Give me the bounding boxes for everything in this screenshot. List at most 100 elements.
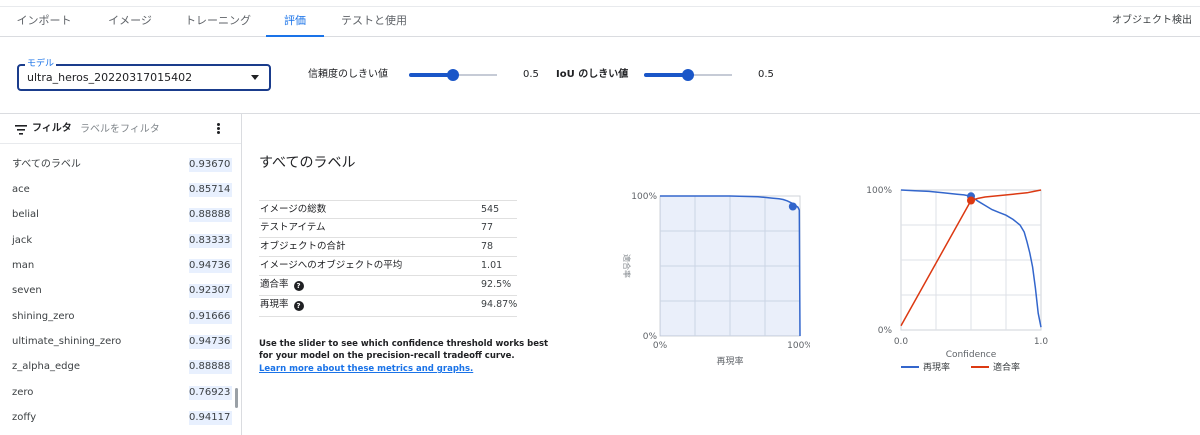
threshold-marker bbox=[788, 202, 797, 211]
label-name: zero bbox=[12, 387, 34, 398]
panel-title: すべてのラベル bbox=[259, 155, 356, 171]
stat-key: 再現率 bbox=[260, 299, 289, 310]
stat-row: イメージの総数 545 bbox=[259, 200, 517, 219]
filter-divider bbox=[0, 143, 241, 144]
label-name: zoffy bbox=[12, 412, 37, 423]
stat-key: 適合率 bbox=[260, 279, 289, 290]
help-icon[interactable]: ? bbox=[293, 281, 304, 291]
pr-area bbox=[660, 196, 800, 336]
label-name: man bbox=[12, 260, 35, 271]
stat-value: 78 bbox=[481, 241, 494, 252]
filter-title: フィルタ bbox=[32, 123, 72, 134]
stat-key-group: 再現率? bbox=[260, 296, 304, 314]
stat-value: 92.5% bbox=[481, 279, 512, 290]
legend-label: 適合率 bbox=[993, 361, 1020, 373]
top-bar bbox=[0, 0, 1200, 7]
stat-value: 1.01 bbox=[481, 260, 503, 271]
label-score: 0.92307 bbox=[189, 284, 232, 298]
tab-bar: インポート イメージ トレーニング 評価 テストと使用 オブジェクト検出 bbox=[0, 7, 1200, 37]
y-tick-label: 100% bbox=[866, 186, 892, 196]
label-row[interactable]: man 0.94736 bbox=[0, 253, 241, 278]
confidence-threshold-slider[interactable] bbox=[409, 69, 497, 81]
label-score: 0.93670 bbox=[189, 158, 232, 172]
more-vert-icon[interactable] bbox=[215, 123, 221, 135]
label-name: seven bbox=[12, 285, 42, 296]
section-divider bbox=[0, 113, 1200, 114]
y-tick-label: 0% bbox=[878, 326, 893, 336]
model-select-value: ultra_heros_20220317015402 bbox=[27, 71, 193, 84]
sidebar-divider bbox=[241, 113, 242, 435]
label-row[interactable]: jack 0.83333 bbox=[0, 228, 241, 253]
dropdown-arrow-icon bbox=[251, 75, 259, 80]
threshold-note: Use the slider to see which confidence t… bbox=[259, 339, 549, 361]
tab-training[interactable]: トレーニング bbox=[172, 7, 264, 37]
stat-row: 再現率? 94.87% bbox=[259, 296, 517, 317]
label-name: jack bbox=[12, 235, 33, 246]
stat-key: テストアイテム bbox=[260, 222, 326, 233]
label-row[interactable]: zero 0.76923 bbox=[0, 380, 241, 405]
precision-recall-chart: 100%0%0%100%再現率適合率 bbox=[622, 192, 810, 367]
label-row[interactable]: z_alpha_edge 0.88888 bbox=[0, 354, 241, 379]
model-select[interactable]: モデル ultra_heros_20220317015402 bbox=[17, 58, 271, 91]
stat-row: テストアイテム 77 bbox=[259, 219, 517, 238]
label-score: 0.94736 bbox=[189, 335, 232, 349]
label-row[interactable]: ultimate_shining_zero 0.94736 bbox=[0, 329, 241, 354]
tab-import[interactable]: インポート bbox=[0, 7, 88, 37]
x-tick-label: 0.0 bbox=[894, 337, 909, 347]
threshold-marker bbox=[967, 196, 975, 205]
stat-value: 94.87% bbox=[481, 299, 518, 310]
x-axis-label: Confidence bbox=[946, 350, 997, 360]
slider-thumb[interactable] bbox=[447, 69, 459, 81]
stat-key: イメージへのオブジェクトの平均 bbox=[260, 260, 403, 271]
filter-icon[interactable] bbox=[15, 125, 27, 135]
stat-row: 適合率? 92.5% bbox=[259, 276, 517, 296]
stat-key-group: 適合率? bbox=[260, 276, 304, 294]
label-score: 0.94117 bbox=[189, 411, 232, 425]
stat-row: オブジェクトの合計 78 bbox=[259, 238, 517, 257]
stat-key: オブジェクトの合計 bbox=[260, 241, 346, 252]
tab-evaluate[interactable]: 評価 bbox=[266, 7, 324, 37]
label-name: ace bbox=[12, 184, 30, 195]
tab-images[interactable]: イメージ bbox=[88, 7, 172, 37]
y-axis-label: 適合率 bbox=[622, 254, 632, 278]
confidence-threshold-label: 信頼度のしきい値 bbox=[308, 69, 388, 80]
iou-threshold-label: IoU のしきい値 bbox=[556, 69, 629, 80]
confidence-chart: 100% 0%0.0 1.0 Confidence再現率 適合率 bbox=[866, 186, 1049, 373]
stat-row: イメージへのオブジェクトの平均 1.01 bbox=[259, 257, 517, 276]
learn-more-link[interactable]: Learn more about these metrics and graph… bbox=[259, 363, 473, 375]
stat-value: 545 bbox=[481, 204, 500, 215]
x-tick-label: 0% bbox=[653, 341, 668, 351]
legend-label: 再現率 bbox=[923, 361, 950, 373]
label-score: 0.88888 bbox=[189, 208, 232, 222]
label-name: belial bbox=[12, 209, 39, 220]
x-tick-label: 1.0 bbox=[1034, 337, 1049, 347]
iou-threshold-value: 0.5 bbox=[758, 69, 774, 80]
stats-table: イメージの総数 545 テストアイテム 77 オブジェクトの合計 78 イメージへのオ… bbox=[259, 200, 517, 317]
label-row[interactable]: ace 0.85714 bbox=[0, 177, 241, 202]
label-name: z_alpha_edge bbox=[12, 361, 80, 372]
label-row[interactable]: seven 0.92307 bbox=[0, 278, 241, 303]
label-row[interactable]: shining_zero 0.91666 bbox=[0, 304, 241, 329]
label-score: 0.91666 bbox=[189, 310, 232, 324]
label-list-scrollbar[interactable] bbox=[235, 388, 238, 408]
x-tick-label: 100% bbox=[787, 341, 810, 351]
label-score: 0.83333 bbox=[189, 234, 232, 248]
stat-value: 77 bbox=[481, 222, 494, 233]
help-icon[interactable]: ? bbox=[293, 301, 304, 311]
model-type-label: オブジェクト検出 bbox=[1112, 15, 1192, 26]
label-name: すべてのラベル bbox=[12, 159, 81, 170]
label-score: 0.88888 bbox=[189, 360, 232, 374]
label-row[interactable]: belial 0.88888 bbox=[0, 202, 241, 227]
label-score: 0.94736 bbox=[189, 259, 232, 273]
tab-test-and-use[interactable]: テストと使用 bbox=[326, 7, 422, 37]
label-name: shining_zero bbox=[12, 311, 75, 322]
label-filter-input[interactable] bbox=[80, 120, 200, 138]
slider-thumb[interactable] bbox=[682, 69, 694, 81]
label-score: 0.85714 bbox=[189, 183, 232, 197]
label-row[interactable]: zoffy 0.94117 bbox=[0, 405, 241, 430]
iou-threshold-slider[interactable] bbox=[644, 69, 732, 81]
confidence-threshold-value: 0.5 bbox=[523, 69, 539, 80]
y-tick-label: 100% bbox=[631, 192, 657, 202]
label-row[interactable]: すべてのラベル 0.93670 bbox=[0, 152, 241, 177]
x-axis-label: 再現率 bbox=[716, 355, 743, 367]
